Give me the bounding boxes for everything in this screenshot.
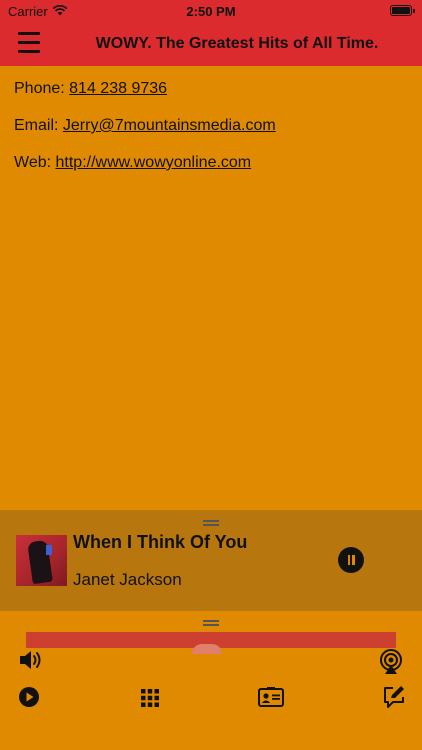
airplay-icon[interactable]: [378, 649, 404, 675]
album-art: [16, 535, 67, 586]
contact-card-icon[interactable]: [258, 687, 284, 707]
compose-icon[interactable]: [382, 685, 406, 709]
battery-icon: [390, 5, 415, 16]
web-link[interactable]: http://www.wowyonline.com: [56, 154, 252, 171]
play-icon[interactable]: [18, 686, 40, 708]
drag-handle[interactable]: [203, 520, 219, 526]
web-label: Web:: [14, 154, 56, 171]
drag-handle[interactable]: [203, 620, 219, 626]
grid-icon[interactable]: [140, 688, 160, 708]
track-artist: Janet Jackson: [73, 570, 182, 589]
page-title: WOWY. The Greatest Hits of All Time.: [95, 35, 379, 52]
contact-info: Phone: 814 238 9736 Email: Jerry@7mounta…: [14, 80, 276, 191]
player-panel: [0, 611, 422, 750]
nav-bar: WOWY. The Greatest Hits of All Time.: [0, 22, 422, 66]
email-row: Email: Jerry@7mountainsmedia.com: [14, 117, 276, 154]
album-art-banner: [26, 632, 396, 654]
status-bar: Carrier 2:50 PM: [0, 0, 422, 22]
status-time: 2:50 PM: [186, 4, 236, 19]
speaker-icon[interactable]: [18, 649, 44, 671]
web-row: Web: http://www.wowyonline.com: [14, 154, 276, 191]
phone-row: Phone: 814 238 9736: [14, 80, 276, 117]
pause-icon[interactable]: [338, 547, 364, 573]
phone-link[interactable]: 814 238 9736: [69, 80, 167, 97]
email-link[interactable]: Jerry@7mountainsmedia.com: [63, 117, 276, 134]
phone-label: Phone:: [14, 80, 70, 97]
track-title: When I Think Of You: [73, 532, 248, 552]
email-label: Email:: [14, 117, 63, 134]
mini-player[interactable]: When I Think Of You Janet Jackson: [0, 510, 422, 611]
hamburger-menu-icon[interactable]: [18, 32, 42, 56]
